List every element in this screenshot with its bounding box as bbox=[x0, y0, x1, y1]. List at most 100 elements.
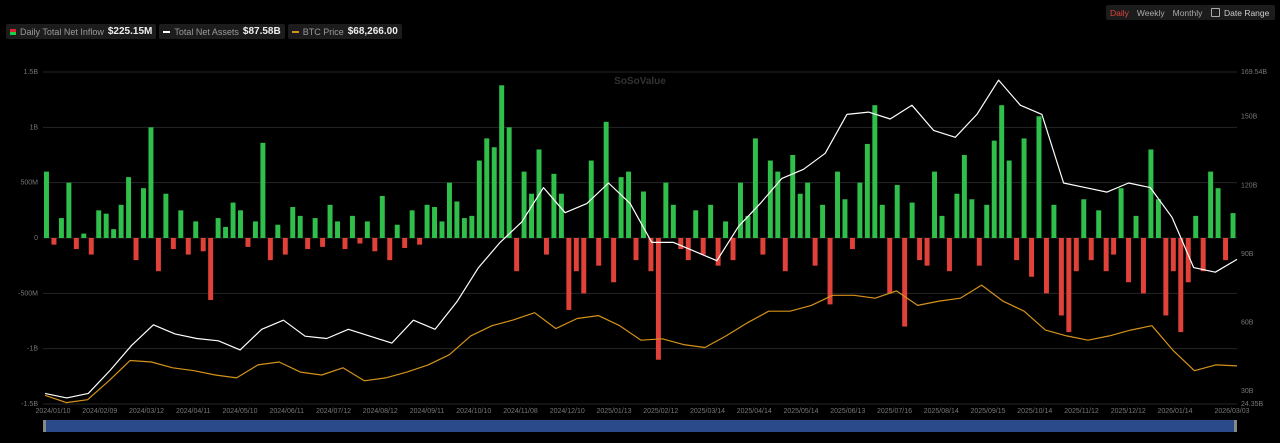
inflow-bar bbox=[446, 182, 452, 238]
inflow-bar bbox=[1058, 238, 1064, 316]
inflow-bar bbox=[939, 215, 945, 238]
inflow-bar bbox=[932, 171, 937, 238]
inflow-bar bbox=[148, 127, 154, 238]
x-tick-label: 2024/05/10 bbox=[222, 408, 257, 415]
inflow-bar bbox=[118, 204, 124, 238]
inflow-bar bbox=[820, 204, 826, 238]
x-tick-label: 2025/08/14 bbox=[924, 408, 959, 415]
inflow-bar bbox=[1163, 238, 1169, 316]
inflow-bar bbox=[44, 171, 49, 238]
inflow-bar bbox=[842, 199, 848, 238]
inflow-bar bbox=[1126, 238, 1132, 283]
inflow-bar bbox=[312, 218, 318, 238]
inflow-bar bbox=[1029, 238, 1035, 277]
inflow-bar bbox=[857, 182, 863, 238]
watermark: SoSoValue bbox=[614, 76, 666, 87]
x-tick-label: 2024/10/10 bbox=[456, 408, 491, 415]
x-tick-label: 2025/10/14 bbox=[1017, 408, 1052, 415]
inflow-bar bbox=[805, 182, 811, 238]
inflow-bar bbox=[894, 184, 900, 238]
inflow-bar bbox=[1006, 160, 1012, 238]
inflow-bar bbox=[387, 238, 393, 261]
x-tick-label: 2025/01/13 bbox=[596, 408, 631, 415]
x-tick-label: 2025/05/14 bbox=[783, 408, 818, 415]
inflow-bar bbox=[1230, 213, 1236, 238]
right-tick-label: 30B bbox=[1241, 388, 1254, 395]
x-tick-label: 2024/02/09 bbox=[82, 408, 117, 415]
inflow-bar bbox=[163, 193, 169, 238]
inflow-bar bbox=[170, 238, 176, 250]
inflow-bar bbox=[1148, 149, 1154, 238]
inflow-bar bbox=[335, 221, 340, 238]
inflow-bar bbox=[887, 238, 893, 294]
inflow-bar bbox=[1193, 215, 1199, 238]
inflow-bar bbox=[275, 224, 281, 238]
inflow-bar bbox=[58, 218, 64, 238]
inflow-bar bbox=[476, 160, 482, 238]
inflow-bar bbox=[1155, 199, 1161, 238]
inflow-bar bbox=[111, 229, 117, 238]
chart: 1.5B 1B 500M 0 -500M -1B -1.5B 169.54B 150B 120B 9… bbox=[18, 69, 1267, 432]
right-tick-label: 60B bbox=[1241, 319, 1254, 326]
x-tick-label: 2025/07/16 bbox=[877, 408, 912, 415]
x-tick-label: 2025/02/12 bbox=[643, 408, 678, 415]
inflow-bar bbox=[267, 238, 273, 261]
x-tick-label: 2025/09/15 bbox=[970, 408, 1005, 415]
inflow-bar bbox=[200, 238, 206, 252]
inflow-bar bbox=[155, 238, 161, 272]
inflow-bar bbox=[215, 218, 221, 238]
navigator-handle-right[interactable] bbox=[1234, 420, 1237, 432]
range-navigator[interactable] bbox=[43, 420, 1237, 432]
inflow-bar bbox=[693, 210, 699, 238]
inflow-bar bbox=[73, 238, 79, 250]
inflow-bar bbox=[417, 238, 423, 245]
inflow-bar bbox=[208, 238, 214, 300]
inflow-bar bbox=[1208, 171, 1214, 238]
inflow-bar bbox=[506, 127, 512, 238]
inflow-bar bbox=[715, 238, 721, 266]
x-tick-label: 2025/03/14 bbox=[690, 408, 725, 415]
inflow-bar bbox=[88, 238, 94, 255]
inflow-bar bbox=[185, 238, 191, 255]
inflow-bar bbox=[402, 238, 408, 248]
inflow-bar bbox=[543, 238, 549, 255]
right-tick-label: 169.54B bbox=[1241, 69, 1267, 76]
inflow-bar bbox=[723, 221, 729, 238]
inflow-bar bbox=[439, 221, 445, 238]
inflow-bar bbox=[1081, 199, 1087, 238]
inflow-bar bbox=[633, 238, 639, 261]
inflow-bar bbox=[1118, 188, 1124, 238]
inflow-bar bbox=[999, 105, 1005, 238]
inflow-bar bbox=[245, 238, 251, 247]
inflow-bar bbox=[297, 215, 303, 238]
inflow-bar bbox=[66, 182, 72, 238]
navigator-handle-left[interactable] bbox=[43, 420, 46, 432]
inflow-bar bbox=[1111, 238, 1117, 255]
inflow-bar bbox=[320, 238, 326, 247]
inflow-bar bbox=[1178, 238, 1184, 333]
inflow-bar bbox=[349, 215, 355, 238]
inflow-bar bbox=[141, 188, 146, 238]
inflow-bar bbox=[230, 202, 236, 238]
inflow-bar bbox=[618, 177, 624, 238]
inflow-bar bbox=[461, 218, 467, 238]
inflow-bar bbox=[1088, 238, 1094, 261]
inflow-bar bbox=[432, 207, 438, 238]
x-tick-label: 2024/12/10 bbox=[550, 408, 585, 415]
x-tick-label: 2024/06/11 bbox=[269, 408, 304, 415]
inflow-bar bbox=[1223, 238, 1229, 261]
right-tick-label: 90B bbox=[1241, 251, 1254, 258]
left-tick-label: 500M bbox=[20, 180, 38, 187]
inflow-bar bbox=[51, 238, 57, 245]
inflow-bar bbox=[976, 238, 982, 266]
inflow-bar bbox=[670, 204, 676, 238]
inflow-bar bbox=[1133, 215, 1139, 238]
inflow-bar bbox=[193, 221, 199, 238]
inflow-bar bbox=[558, 193, 564, 238]
inflow-bar bbox=[342, 238, 348, 250]
inflow-bar bbox=[700, 238, 706, 255]
inflow-bar bbox=[864, 143, 870, 238]
inflow-bar bbox=[81, 233, 87, 238]
inflow-bar bbox=[499, 85, 505, 238]
inflow-bar bbox=[551, 173, 557, 238]
